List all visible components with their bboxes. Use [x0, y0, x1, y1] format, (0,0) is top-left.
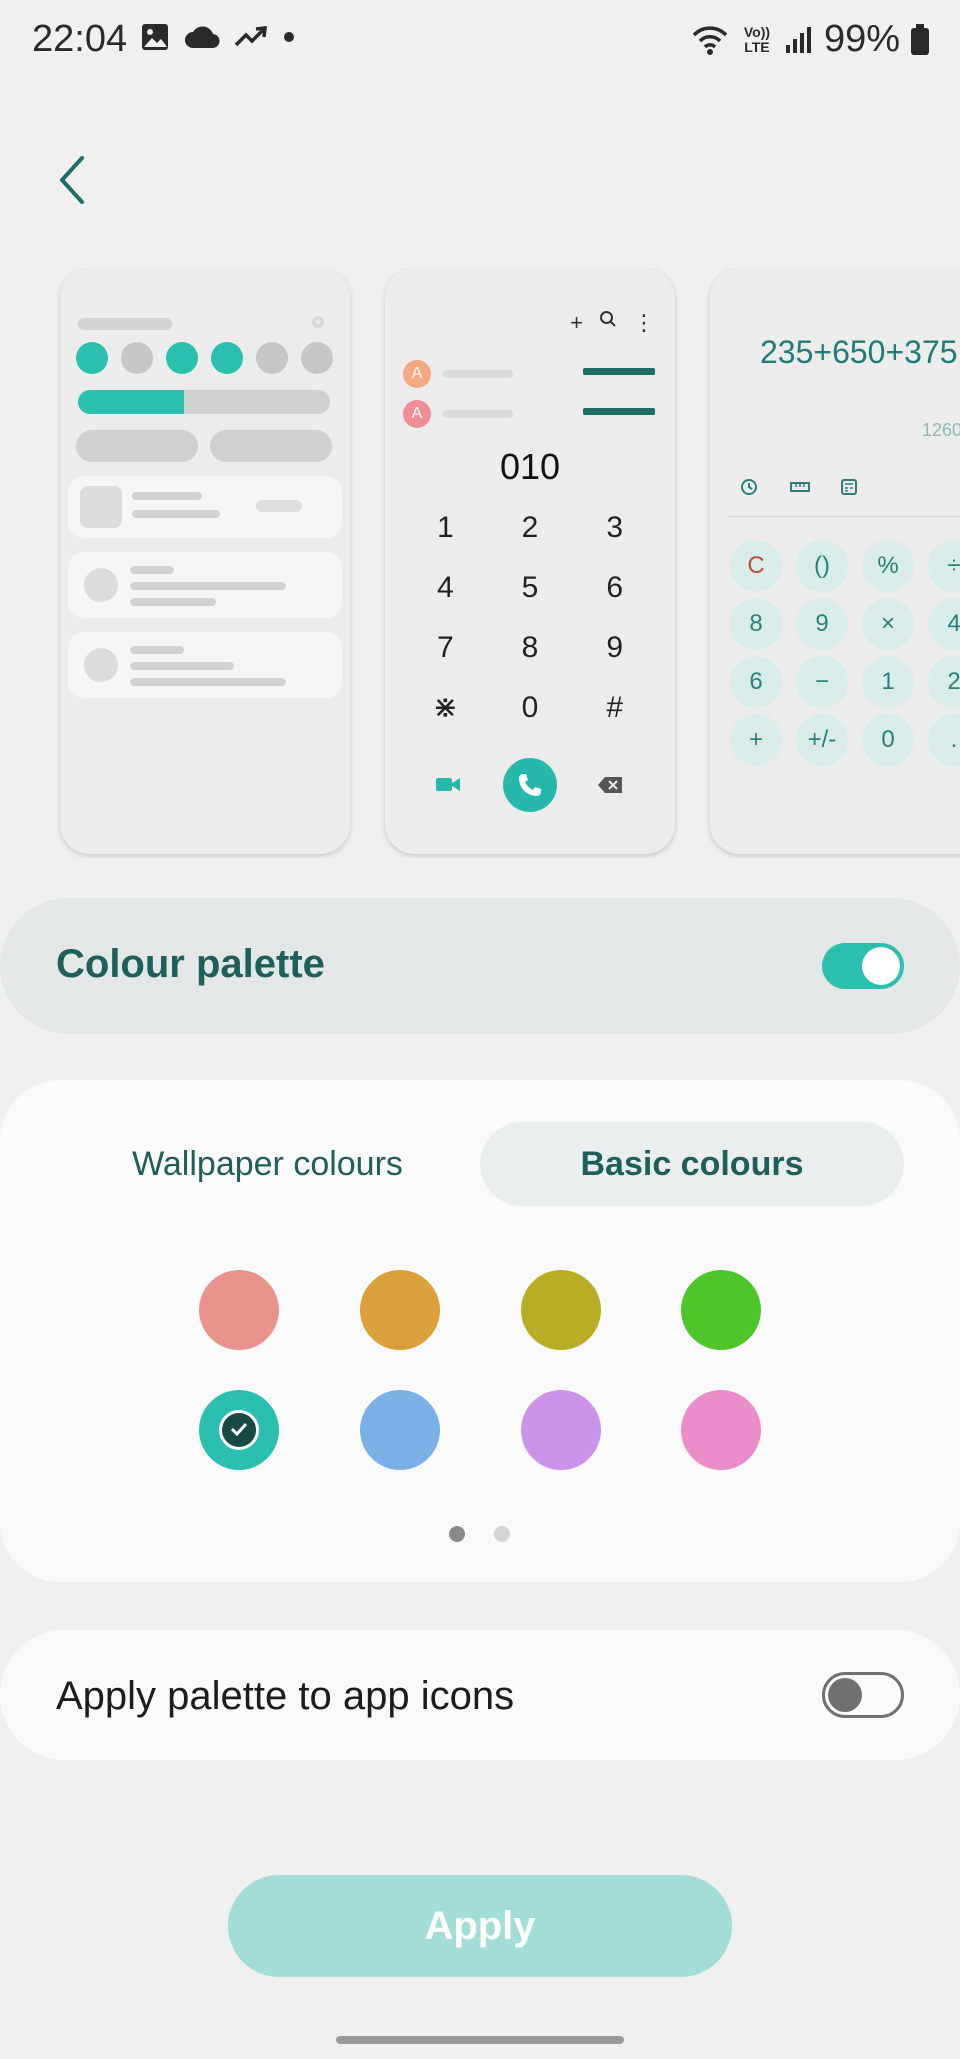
- calc-key: −: [796, 656, 848, 708]
- colour-swatch-selected[interactable]: [199, 1390, 279, 1470]
- app-icons-toggle[interactable]: [822, 1672, 904, 1718]
- backspace-icon: [598, 777, 622, 793]
- calc-result: 1260: [922, 420, 960, 440]
- flashlight-toggle-icon: [301, 342, 333, 374]
- check-icon: [230, 1422, 248, 1436]
- signal-icon: [785, 26, 811, 53]
- apply-palette-app-icons-row[interactable]: Apply palette to app icons: [0, 1630, 960, 1760]
- dial-key: #: [606, 691, 623, 724]
- contact-suggestion: A: [403, 400, 659, 430]
- status-time: 22:04: [32, 18, 128, 60]
- calc-key: 9: [796, 598, 848, 650]
- more-options-icon: ⋮: [633, 310, 655, 335]
- colour-palette-row[interactable]: Colour palette: [0, 898, 960, 1034]
- battery-icon: [911, 23, 929, 55]
- colour-swatch[interactable]: [360, 1270, 440, 1350]
- colour-palette-title: Colour palette: [56, 942, 325, 986]
- calc-key: 4: [928, 598, 960, 650]
- media-notification: [68, 476, 342, 538]
- apply-palette-app-icons-label: Apply palette to app icons: [56, 1674, 515, 1718]
- dot-icon: [284, 32, 294, 42]
- volte-icon: Vo)) LTE: [743, 23, 771, 55]
- tab-wallpaper-colours[interactable]: Wallpaper colours: [70, 1122, 465, 1206]
- calculator-mode-icon: [841, 479, 857, 495]
- colour-swatch[interactable]: [199, 1270, 279, 1350]
- calc-keypad: C()%÷789×456−123++/-0.=: [730, 540, 960, 766]
- tab-basic-colours[interactable]: Basic colours: [480, 1122, 904, 1206]
- wifi-icon: [692, 25, 728, 55]
- notification-card: [68, 632, 342, 698]
- colours-panel: Wallpaper colours Basic colours: [0, 1080, 960, 1582]
- rotate-toggle-icon: [211, 342, 243, 374]
- dialer-preview: + ⋮ A A 010 1 2 3 4 5 6 7 8 9 ⋇ 0 #: [385, 268, 675, 854]
- calc-key: 0: [862, 714, 914, 766]
- dial-key: 3: [606, 511, 623, 544]
- history-icon: [741, 479, 757, 495]
- avatar: A: [403, 360, 431, 388]
- page-indicator-dot-active[interactable]: [449, 1526, 465, 1542]
- calc-key: .: [928, 714, 960, 766]
- dial-key: 8: [521, 631, 539, 664]
- notification-card: [68, 552, 342, 618]
- cloud-icon: [185, 26, 220, 49]
- colour-swatch[interactable]: [681, 1270, 761, 1350]
- settings-icon: [312, 316, 324, 328]
- calc-key: ÷: [928, 540, 960, 592]
- calculator-preview: 235+650+375 1260 C()%÷789×456−123++/-0.=: [710, 268, 960, 854]
- contact-suggestion: A: [403, 360, 659, 390]
- calc-expression: 235+650+375: [760, 334, 958, 370]
- gallery-icon: [142, 24, 168, 50]
- calc-key: 8: [730, 598, 782, 650]
- dialed-number: 010: [499, 446, 561, 487]
- calc-key: 1: [862, 656, 914, 708]
- phone-icon: [519, 774, 541, 796]
- video-call-icon: [436, 778, 460, 791]
- home-indicator[interactable]: [336, 2036, 624, 2044]
- dial-key: 7: [436, 631, 454, 664]
- calc-key: (): [796, 540, 848, 592]
- calc-key: 2: [928, 656, 960, 708]
- add-icon: +: [570, 310, 583, 335]
- colour-swatch[interactable]: [521, 1270, 601, 1350]
- search-icon: [600, 311, 616, 327]
- dial-key: 0: [521, 691, 539, 724]
- dial-key: 6: [606, 571, 623, 604]
- call-button: [503, 758, 557, 812]
- ruler-icon: [790, 482, 810, 492]
- apply-button[interactable]: Apply: [228, 1875, 732, 1977]
- dial-key: 4: [436, 571, 454, 604]
- calc-key: C: [730, 540, 782, 592]
- battery-percent: 99%: [823, 18, 900, 60]
- avatar: A: [403, 400, 431, 428]
- calc-key: +: [730, 714, 782, 766]
- quick-panel-preview: [60, 268, 350, 854]
- dial-key: 1: [436, 511, 454, 544]
- theme-preview-strip: + ⋮ A A 010 1 2 3 4 5 6 7 8 9 ⋇ 0 # 235+650+375 126…: [0, 268, 960, 858]
- back-arrow-icon[interactable]: [52, 150, 92, 210]
- sound-toggle-icon: [166, 342, 198, 374]
- colour-swatch[interactable]: [521, 1390, 601, 1470]
- airplane-toggle-icon: [256, 342, 288, 374]
- calc-key: ×: [862, 598, 914, 650]
- colour-swatch[interactable]: [681, 1390, 761, 1470]
- dial-key: 2: [521, 511, 539, 544]
- status-bar: 22:04 Vo)) LTE 99%: [0, 0, 960, 90]
- dial-keypad: 1 2 3 4 5 6 7 8 9 ⋇ 0 #: [403, 508, 657, 728]
- calc-key: 6: [730, 656, 782, 708]
- calc-key: +/-: [796, 714, 848, 766]
- bluetooth-toggle-icon: [121, 342, 153, 374]
- calc-key: %: [862, 540, 914, 592]
- trending-icon: [234, 26, 267, 47]
- colour-palette-toggle[interactable]: [822, 943, 904, 989]
- dial-key: ⋇: [432, 691, 458, 724]
- wifi-toggle-icon: [76, 342, 108, 374]
- dial-key: 9: [606, 631, 623, 664]
- colour-swatch[interactable]: [360, 1390, 440, 1470]
- page-indicator-dot[interactable]: [494, 1526, 510, 1542]
- dial-key: 5: [521, 571, 539, 604]
- brightness-slider: [78, 390, 330, 414]
